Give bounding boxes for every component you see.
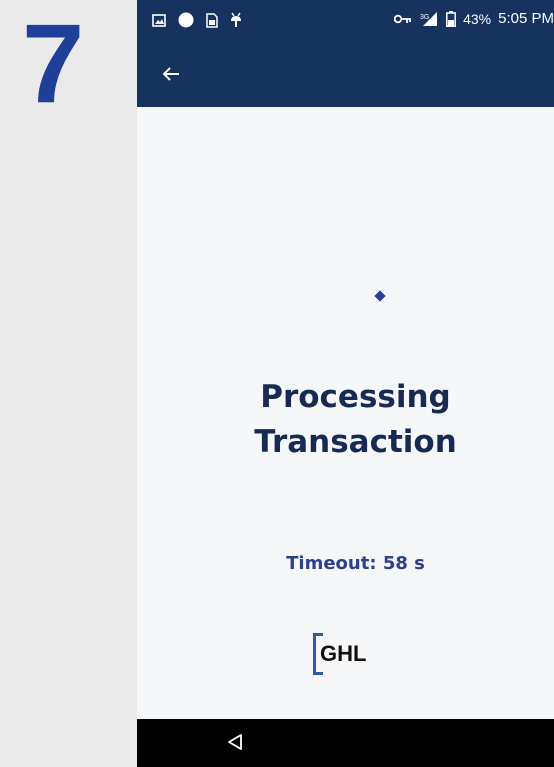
title-line-2: Transaction: [254, 424, 457, 460]
timeout-value: 58 s: [382, 553, 425, 574]
ghl-logo: GHL: [313, 633, 373, 675]
back-button[interactable]: [157, 62, 185, 86]
image-icon: [152, 13, 166, 27]
step-number: 7: [22, 1, 85, 126]
timeout-label: Timeout:: [286, 553, 377, 574]
nav-back-button[interactable]: [227, 733, 247, 753]
navigation-bar: [137, 719, 554, 767]
phone-screen: 3G 43% 5:05 PM Processing Transaction Ti…: [137, 0, 554, 767]
status-left-icons: [152, 12, 242, 28]
network-type-label: 3G: [420, 14, 429, 21]
sim-toolkit-icon: [206, 12, 218, 28]
arrow-left-icon: [162, 67, 179, 81]
loading-spinner: [374, 290, 386, 302]
status-bar: 3G 43% 5:05 PM: [137, 0, 554, 40]
status-time: 5:05 PM: [498, 10, 554, 27]
page-title: Processing Transaction: [137, 375, 554, 465]
triangle-back-icon: [228, 734, 242, 750]
app-bar: [137, 40, 554, 107]
android-debug-icon: [231, 12, 241, 27]
main-content: Processing Transaction Timeout: 58 s GHL: [137, 107, 554, 719]
key-icon: [394, 14, 412, 23]
battery-percent: 43%: [463, 10, 492, 27]
circle-icon: [178, 12, 194, 28]
battery-icon: [446, 10, 457, 27]
timeout-text: Timeout: 58 s: [137, 553, 554, 574]
title-line-1: Processing: [260, 379, 451, 415]
signal-icon: 3G: [420, 11, 438, 26]
logo-text: GHL: [320, 641, 367, 666]
status-right-icons: 3G 43% 5:05 PM: [394, 10, 554, 27]
